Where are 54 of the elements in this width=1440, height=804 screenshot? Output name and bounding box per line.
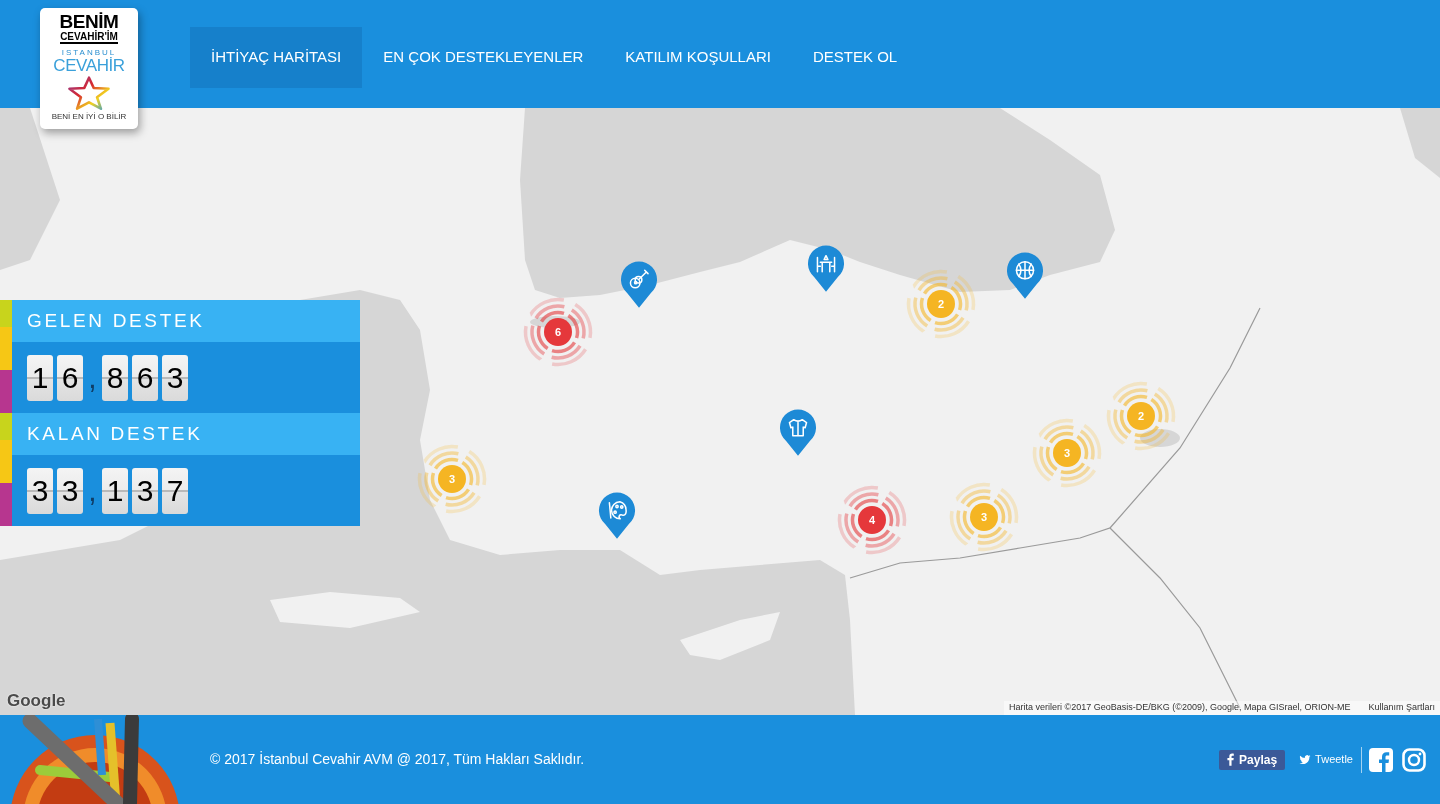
- palette-pin-icon[interactable]: [598, 492, 636, 540]
- nav-tab[interactable]: KATILIM KOŞULLARI: [604, 27, 792, 88]
- cluster-marker[interactable]: 6: [544, 318, 572, 346]
- shirt-pin-icon[interactable]: [779, 409, 817, 457]
- pulse-rings-icon: [948, 481, 1020, 553]
- facebook-f-icon: [1227, 753, 1235, 766]
- nav-tab[interactable]: DESTEK OL: [791, 27, 919, 88]
- nav-tab[interactable]: EN ÇOK DESTEKLEYENLER: [362, 27, 605, 88]
- counter-digit: 1: [102, 467, 128, 514]
- counter-digit: 3: [162, 354, 188, 401]
- counter-digit: 3: [27, 467, 53, 514]
- terms-link[interactable]: Kullanım Şartları: [1368, 701, 1435, 715]
- copyright-text: © 2017 İstanbul Cevahir AVM @ 2017, Tüm Hakları Saklıdır.: [210, 750, 585, 769]
- logo-brand: CEVAHİR: [53, 57, 125, 75]
- pulse-rings-icon: [905, 268, 977, 340]
- counter-digit: 8: [102, 354, 128, 401]
- pulse-rings-icon: [1031, 417, 1103, 489]
- share-button[interactable]: Paylaş: [1219, 749, 1286, 770]
- table-chairs-pin-icon[interactable]: [807, 245, 845, 293]
- pulse-rings-icon: [836, 484, 908, 556]
- logo-brand-top: ISTANBUL: [61, 48, 117, 57]
- google-logo: Google: [7, 692, 66, 710]
- cluster-marker[interactable]: 3: [1053, 439, 1081, 467]
- stat-label: KALAN DESTEK: [12, 413, 360, 455]
- basketball-pin-icon[interactable]: [1006, 252, 1044, 300]
- logo-card[interactable]: BENİM CEVAHİR'İM ISTANBUL CEVAHİR BENİ EN İYİ O BİLİR: [40, 8, 138, 129]
- stat-label: GELEN DESTEK: [12, 300, 360, 342]
- logo-wordmark: BENİM: [59, 13, 119, 31]
- counter-digit: 6: [132, 354, 158, 401]
- counter-digit: 3: [132, 467, 158, 514]
- bird-icon: [1299, 754, 1312, 765]
- cluster-marker[interactable]: 2: [1127, 402, 1155, 430]
- counter-digit: 7: [162, 467, 188, 514]
- pulse-rings-icon: [416, 443, 488, 515]
- logo-tagline: BENİ EN İYİ O BİLİR: [51, 112, 127, 121]
- cluster-marker[interactable]: 3: [970, 503, 998, 531]
- thousands-separator: ,: [87, 360, 98, 396]
- map-attribution: Harita verileri ©2017 GeoBasis-DE/BKG (©2009), Google, Mapa GISrael, ORION-ME: [1009, 701, 1351, 715]
- thousands-separator: ,: [87, 473, 98, 509]
- cluster-marker[interactable]: 4: [858, 506, 886, 534]
- instagram-icon[interactable]: [1402, 747, 1426, 772]
- pulse-rings-icon: [1105, 380, 1177, 452]
- cluster-marker[interactable]: 3: [438, 465, 466, 493]
- counter-digit: 6: [57, 354, 83, 401]
- nav-tab[interactable]: İHTİYAÇ HARİTASI: [190, 27, 363, 88]
- counter-digit: 3: [57, 467, 83, 514]
- pulse-rings-icon: [522, 296, 594, 368]
- logo-wordmark-sub: CEVAHİR'İM: [60, 31, 118, 44]
- guitar-pin-icon[interactable]: [620, 261, 658, 309]
- cluster-marker[interactable]: 2: [927, 290, 955, 318]
- star-icon: [67, 76, 111, 110]
- facebook-icon[interactable]: [1369, 747, 1393, 772]
- tweet-link[interactable]: Tweetle: [1299, 751, 1353, 768]
- counter-digit: 1: [27, 354, 53, 401]
